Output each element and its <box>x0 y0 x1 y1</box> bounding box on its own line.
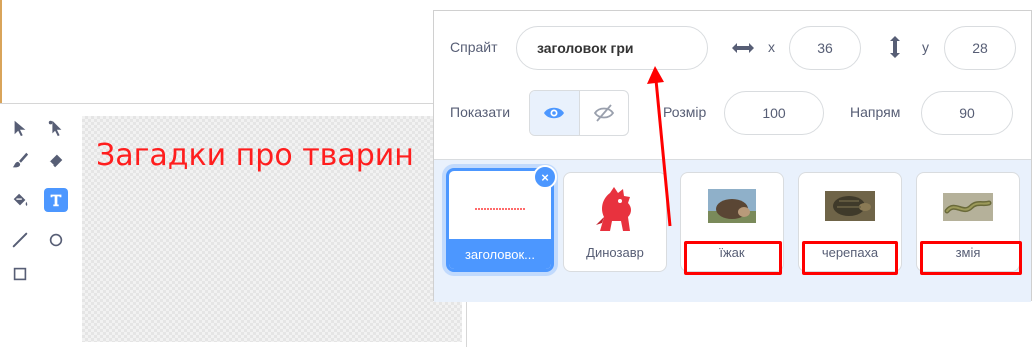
text-icon[interactable] <box>44 188 68 212</box>
direction-input[interactable]: 90 <box>921 91 1013 135</box>
sprite-tile-label: заголовок... <box>449 239 551 269</box>
line-icon[interactable] <box>8 228 32 252</box>
sprite-tile-title[interactable]: × заголовок... <box>446 165 557 272</box>
hidden-eye-icon <box>593 104 614 122</box>
size-input[interactable]: 100 <box>724 91 824 135</box>
arrow-select-icon[interactable] <box>8 116 32 140</box>
show-label: Показати <box>450 104 511 120</box>
turtle-thumbnail <box>825 191 875 226</box>
sprite-list: × заголовок... Динозавр їжак черепаха зм… <box>434 159 1031 302</box>
annotation-highlight-snake <box>920 241 1022 275</box>
x-label: x <box>768 39 775 55</box>
sprite-label: Спрайт <box>450 39 498 55</box>
annotation-highlight-hedgehog <box>684 241 782 275</box>
annotation-highlight-turtle <box>802 241 898 275</box>
eye-icon <box>544 107 565 119</box>
paint-editor: Загадки про тварин <box>0 103 467 347</box>
rectangle-icon[interactable] <box>8 262 32 286</box>
snake-thumbnail <box>943 193 993 226</box>
direction-label: Напрям <box>850 104 901 120</box>
show-sprite-button[interactable] <box>530 91 579 135</box>
reshape-icon[interactable] <box>44 116 68 140</box>
sprite-info-panel: Спрайт заголовок гри x 36 y 28 Показати … <box>433 10 1032 302</box>
canvas-title-text[interactable]: Загадки про тварин <box>96 138 414 173</box>
sprite-properties: Спрайт заголовок гри x 36 y 28 Показати … <box>434 11 1031 159</box>
visibility-toggle <box>529 90 629 136</box>
eraser-icon[interactable] <box>44 148 68 172</box>
dinosaur-thumbnail <box>590 181 640 242</box>
brush-icon[interactable] <box>8 148 32 172</box>
y-position-input[interactable]: 28 <box>944 26 1016 70</box>
fill-icon[interactable] <box>8 188 32 212</box>
hide-sprite-button[interactable] <box>578 91 629 135</box>
paint-canvas[interactable]: Загадки про тварин <box>82 116 462 342</box>
hedgehog-thumbnail <box>708 189 756 228</box>
y-label: y <box>922 39 929 55</box>
sprite-tile-label: Динозавр <box>586 244 644 260</box>
annotation-arrow <box>647 66 672 227</box>
x-position-input[interactable]: 36 <box>789 26 861 70</box>
circle-icon[interactable] <box>44 228 68 252</box>
delete-sprite-button[interactable]: × <box>533 165 557 189</box>
title-thumbnail <box>465 185 535 234</box>
vertical-arrows-icon <box>886 33 904 61</box>
horizontal-arrows-icon <box>730 39 756 57</box>
